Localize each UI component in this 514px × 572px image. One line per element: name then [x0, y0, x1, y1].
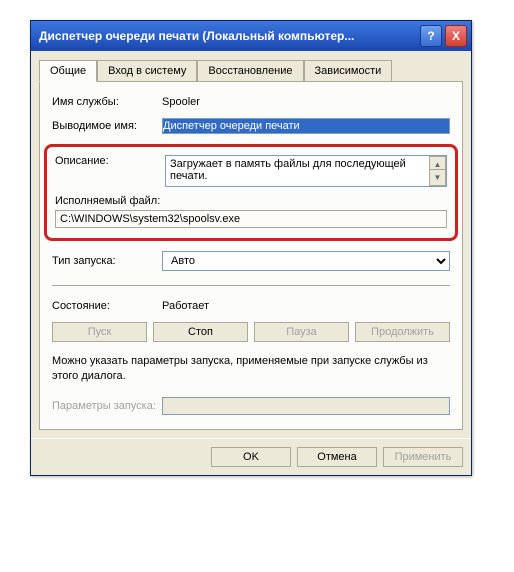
value-executable: C:\WINDOWS\system32\spoolsv.exe: [55, 210, 447, 228]
label-start-params: Параметры запуска:: [52, 400, 162, 412]
tab-general[interactable]: Общие: [39, 60, 97, 82]
label-executable: Исполняемый файл:: [55, 195, 447, 207]
startup-type-select[interactable]: Авто: [162, 251, 450, 271]
value-service-name: Spooler: [162, 96, 450, 108]
value-status: Работает: [162, 300, 450, 312]
resume-button: Продолжить: [355, 322, 450, 342]
scroll-down-icon[interactable]: ▼: [429, 169, 446, 186]
start-button: Пуск: [52, 322, 147, 342]
tab-dependencies[interactable]: Зависимости: [304, 60, 393, 82]
label-description: Описание:: [55, 155, 165, 167]
help-icon: ?: [427, 29, 434, 43]
service-properties-dialog: Диспетчер очереди печати (Локальный комп…: [30, 20, 472, 476]
close-icon: X: [452, 29, 460, 43]
label-status: Состояние:: [52, 300, 162, 312]
tab-logon[interactable]: Вход в систему: [97, 60, 197, 82]
dialog-footer: OK Отмена Применить: [31, 438, 471, 475]
tab-panel-general: Имя службы: Spooler Выводимое имя: Диспе…: [39, 81, 463, 430]
close-button[interactable]: X: [445, 25, 467, 47]
apply-button: Применить: [383, 447, 463, 467]
hint-text: Можно указать параметры запуска, применя…: [52, 354, 450, 385]
start-params-input: [162, 397, 450, 415]
tab-strip: Общие Вход в систему Восстановление Зави…: [39, 59, 463, 82]
value-display-name[interactable]: Диспетчер очереди печати: [163, 119, 449, 133]
window-title: Диспетчер очереди печати (Локальный комп…: [39, 29, 417, 43]
ok-button[interactable]: OK: [211, 447, 291, 467]
label-service-name: Имя службы:: [52, 96, 162, 108]
label-startup-type: Тип запуска:: [52, 255, 162, 267]
label-display-name: Выводимое имя:: [52, 120, 162, 132]
titlebar: Диспетчер очереди печати (Локальный комп…: [31, 21, 471, 51]
description-textarea[interactable]: Загружает в память файлы для последующей…: [165, 155, 447, 187]
stop-button[interactable]: Стоп: [153, 322, 248, 342]
tab-recovery[interactable]: Восстановление: [197, 60, 303, 82]
cancel-button[interactable]: Отмена: [297, 447, 377, 467]
highlight-region: Описание: Загружает в память файлы для п…: [44, 144, 458, 241]
pause-button: Пауза: [254, 322, 349, 342]
value-description: Загружает в память файлы для последующей…: [170, 158, 406, 182]
help-button[interactable]: ?: [420, 25, 442, 47]
